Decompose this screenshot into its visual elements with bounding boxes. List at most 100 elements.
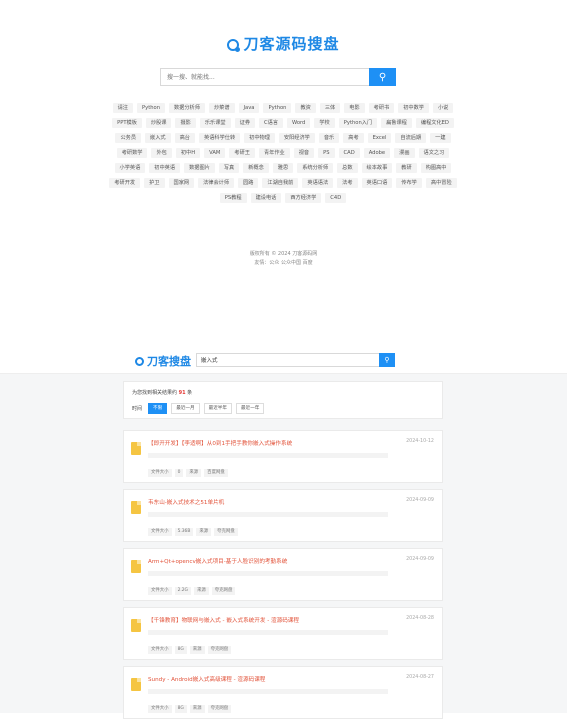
hot-tag[interactable]: PS <box>318 148 335 158</box>
hot-tag[interactable]: 初中数学 <box>398 103 429 113</box>
hot-tag[interactable]: 新概念 <box>243 163 269 173</box>
hot-tag[interactable]: 护卫 <box>144 178 165 188</box>
result-title[interactable]: 【即开开发】【李适啊】从0到1手把手教你嵌入式操作系统 <box>148 439 292 447</box>
hot-tag[interactable]: 摄影 <box>175 118 196 128</box>
hot-tag[interactable]: PS教程 <box>219 193 247 203</box>
hot-tag[interactable]: Excel <box>367 133 392 143</box>
hot-tag[interactable]: 考研书 <box>368 103 395 113</box>
hot-tag[interactable]: Adobe <box>363 148 391 158</box>
hot-tag[interactable]: C语言 <box>259 118 284 128</box>
hot-tag[interactable]: VAM <box>204 148 226 158</box>
time-filter-option[interactable]: 不限 <box>148 403 168 414</box>
hot-tag[interactable]: 青年作业 <box>258 148 290 158</box>
hot-tag[interactable]: 西方经济学 <box>285 193 322 203</box>
results-logo[interactable]: 刀客搜盘 <box>135 353 191 369</box>
time-filter-option[interactable]: 最近一月 <box>171 403 200 414</box>
hot-tag[interactable]: 传布学 <box>396 178 422 188</box>
hot-tag[interactable]: 数据图片 <box>184 163 215 173</box>
hot-tag[interactable]: 江湖自我前 <box>262 178 299 188</box>
hot-tag[interactable]: 炒股课 <box>145 118 172 128</box>
hot-tag[interactable]: Python入门 <box>338 118 378 128</box>
hot-tag[interactable]: 高考 <box>343 133 364 143</box>
hot-tag[interactable]: 学校 <box>314 118 335 128</box>
hot-tag[interactable]: 语文之习 <box>418 148 450 158</box>
hot-tag[interactable]: 教资 <box>295 103 316 113</box>
hot-tag[interactable]: 初中H <box>175 148 201 158</box>
hot-tag[interactable]: 构图高中 <box>420 163 452 173</box>
hot-tag[interactable]: 炒菜谱 <box>208 103 235 113</box>
hot-tag[interactable]: 音乐 <box>318 133 340 143</box>
results-search-input[interactable] <box>196 353 379 367</box>
hot-tag[interactable]: 雅思 <box>272 163 294 173</box>
hot-tag[interactable]: 法律会计师 <box>198 178 235 188</box>
source-name: 夸克网盘 <box>207 705 232 713</box>
hot-tag[interactable]: 教研 <box>396 163 417 173</box>
hot-tag[interactable]: 小学英语 <box>114 163 146 173</box>
hot-tag[interactable]: 外包 <box>151 148 172 158</box>
hot-tag[interactable]: PPT模板 <box>112 118 142 128</box>
hot-tag[interactable]: 一建 <box>430 133 451 143</box>
result-snippet <box>148 453 388 458</box>
result-title[interactable]: 【千锋教育】物联网与嵌入式 - 嵌入式系统开发 - 渲源码课程 <box>148 616 299 624</box>
hot-tag[interactable]: 英语口语 <box>361 178 393 188</box>
hot-tag[interactable]: 法考 <box>337 178 358 188</box>
time-filter: 时间 不限 最近一月 最近半年 最近一年 <box>132 403 265 414</box>
hot-tag[interactable]: C4D <box>325 193 347 203</box>
hot-tag[interactable]: 公务员 <box>115 133 142 143</box>
friend-links[interactable]: 友情：公众 公众中国 百度 <box>0 259 567 268</box>
hot-tag[interactable]: 乐乐课堂 <box>199 118 231 128</box>
hot-tag[interactable]: 国家网 <box>168 178 195 188</box>
file-icon <box>131 560 141 573</box>
hot-tag[interactable]: 自流后期 <box>395 133 427 143</box>
hot-tag[interactable]: 考研开发 <box>109 178 141 188</box>
hot-tag[interactable]: Java <box>238 103 260 113</box>
hot-tag[interactable]: Word <box>287 118 311 128</box>
hot-tag[interactable]: 考研王 <box>229 148 255 158</box>
hot-tag[interactable]: 电影 <box>344 103 365 113</box>
hot-tag[interactable]: 初中英语 <box>149 163 181 173</box>
hot-tag[interactable]: 小说 <box>432 103 454 113</box>
source-label: 来源 <box>189 705 205 713</box>
hot-tag[interactable]: 建设电话 <box>250 193 282 203</box>
hot-tag[interactable]: 园路 <box>238 178 259 188</box>
result-title[interactable]: Sundy - Android嵌入式高级课程 - 渲源码课程 <box>148 675 265 683</box>
result-title[interactable]: 韦东山-嵌入式技术之51单片机 <box>148 498 224 506</box>
hot-tag[interactable]: 三体 <box>319 103 341 113</box>
hot-tag[interactable]: 高中冒险 <box>425 178 457 188</box>
result-title[interactable]: Arm+Qt+opencv嵌入式项目-基于人脸识别的考勤系统 <box>148 557 287 565</box>
result-meta: 文件大小 5.36B 来源 夸克网盘 <box>148 528 238 536</box>
hot-tag[interactable]: 英语科学仕转 <box>199 133 241 143</box>
hot-tag[interactable]: 证券 <box>234 118 256 128</box>
hot-tag[interactable]: 绘本故事 <box>361 163 393 173</box>
hot-tag[interactable]: 编程文化ED <box>415 118 454 128</box>
result-date: 2024-08-28 <box>406 616 434 621</box>
site-logo[interactable]: 刀客源码搜盘 <box>0 33 567 54</box>
hot-tag[interactable]: 扁鲁课程 <box>381 118 412 128</box>
results-search-button[interactable]: ⚲ <box>379 353 395 367</box>
home-search-input[interactable] <box>160 68 369 86</box>
hot-tag[interactable]: 嵌入式 <box>145 133 171 143</box>
hot-tag[interactable]: 系统分析师 <box>297 163 334 173</box>
hot-tag[interactable]: 请注 <box>112 103 133 113</box>
hot-tag[interactable]: 视音 <box>293 148 315 158</box>
source-name: 夸克网盘 <box>207 646 232 654</box>
hot-tag[interactable]: Python <box>137 103 165 113</box>
hot-tag[interactable]: 安阳经济学 <box>278 133 315 143</box>
hot-tag[interactable]: 初中物理 <box>244 133 275 143</box>
hot-tag[interactable]: 英语语法 <box>302 178 334 188</box>
hot-tag[interactable]: 考研数学 <box>116 148 148 158</box>
time-filter-label: 时间 <box>132 406 143 412</box>
hot-tag[interactable]: 总数 <box>337 163 358 173</box>
file-size: 2.2G <box>174 587 191 595</box>
time-filter-option[interactable]: 最近一年 <box>236 403 265 414</box>
home-search-button[interactable]: ⚲ <box>369 68 396 86</box>
hot-tag[interactable]: 漫画 <box>394 148 415 158</box>
time-filter-option[interactable]: 最近半年 <box>203 403 232 414</box>
hot-tag[interactable]: 写真 <box>218 163 240 173</box>
result-meta: 文件大小 8G 来源 夸克网盘 <box>148 646 232 654</box>
hot-tag[interactable]: 数据分析师 <box>168 103 205 113</box>
source-name: 百度网盘 <box>204 469 228 477</box>
hot-tag[interactable]: 高台 <box>174 133 195 143</box>
hot-tag[interactable]: CAD <box>338 148 360 158</box>
hot-tag[interactable]: Python <box>263 103 292 113</box>
